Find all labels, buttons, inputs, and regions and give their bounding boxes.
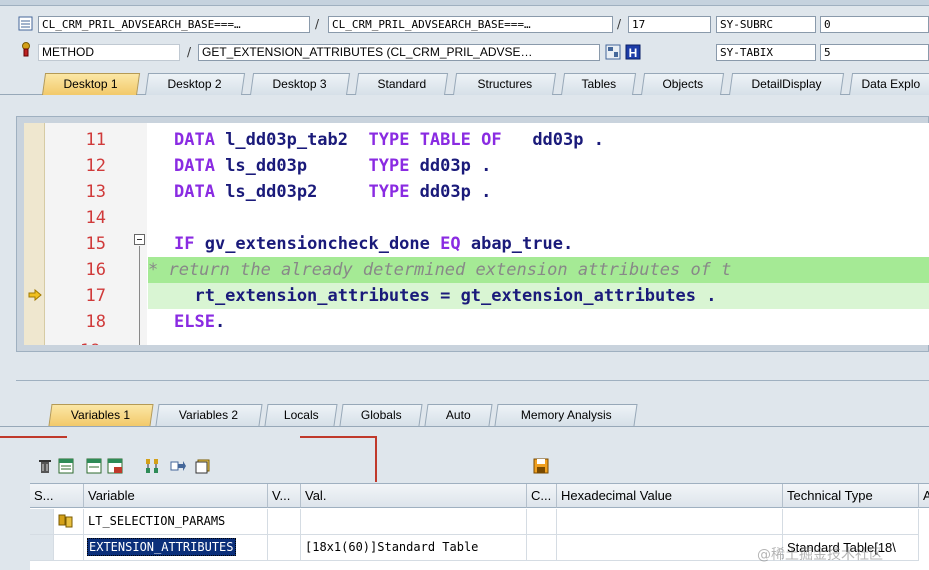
row-status [54, 509, 84, 535]
line-number: 14 [85, 208, 106, 228]
variables-tab-bar: Variables 1 Variables 2 Locals Globals A… [0, 404, 929, 426]
table-remove-icon[interactable] [107, 458, 123, 474]
variable-value[interactable]: [18x1(60)]Standard Table [301, 535, 527, 561]
cell [527, 509, 557, 535]
line-number: 16 [85, 260, 106, 280]
line-number: 12 [85, 156, 106, 176]
sysvar-label-tabix[interactable]: SY-TABIX [716, 44, 816, 61]
delete-icon[interactable] [37, 458, 53, 474]
sysvar-label-subrc[interactable]: SY-SUBRC [716, 16, 816, 33]
cell [268, 509, 301, 535]
code-line: IF gv_extensioncheck_done EQ abap_true. [174, 234, 574, 254]
current-code-line: rt_extension_attributes = gt_extension_a… [174, 286, 717, 306]
hex-value [557, 509, 783, 535]
column-header-status[interactable]: S... [30, 484, 84, 508]
technical-type [783, 509, 919, 535]
code-line: DATA ls_dd03p TYPE dd03p . [174, 156, 492, 176]
column-header-value[interactable]: Val. [301, 484, 527, 508]
code-line: ELSE. [174, 312, 226, 332]
method-icon [18, 41, 34, 57]
separator: / [315, 17, 320, 31]
event-type-field: METHOD [38, 44, 180, 61]
code-line: DATA ls_dd03p2 TYPE dd03p . [174, 182, 492, 202]
row-selector[interactable] [30, 509, 54, 535]
row-status [54, 535, 84, 561]
watermark: @稀土掘金技术社区 [757, 547, 883, 563]
source-icon[interactable] [605, 44, 621, 60]
tab-tables[interactable]: Tables [561, 73, 637, 95]
line-number: 11 [85, 130, 106, 150]
tab-data-explorer[interactable]: Data Explo [849, 73, 929, 95]
event-field[interactable]: GET_EXTENSION_ATTRIBUTES (CL_CRM_PRIL_AD… [198, 44, 600, 61]
tab-variables-1[interactable]: Variables 1 [48, 404, 154, 426]
table-view-icon[interactable] [58, 458, 74, 474]
separator: / [617, 17, 622, 31]
svg-text:H: H [629, 46, 638, 60]
tab-desktop-3[interactable]: Desktop 3 [250, 73, 351, 95]
tab-memory-analysis[interactable]: Memory Analysis [494, 404, 638, 426]
column-header-a[interactable]: A [919, 484, 929, 508]
code-line: DATA l_dd03p_tab2 TYPE TABLE OF dd03p . [174, 130, 604, 150]
tab-structures[interactable]: Structures [453, 73, 557, 95]
cell [527, 535, 557, 561]
execution-arrow-icon [28, 288, 42, 302]
hierarchy-icon[interactable] [144, 458, 160, 474]
sysvar-value-subrc[interactable]: 0 [820, 16, 929, 33]
variable-name[interactable]: LT_SELECTION_PARAMS [84, 509, 268, 535]
tab-desktop-1[interactable]: Desktop 1 [42, 73, 141, 95]
tab-globals[interactable]: Globals [339, 404, 423, 426]
column-header-v[interactable]: V... [268, 484, 301, 508]
variable-value[interactable] [301, 509, 527, 535]
cell [268, 535, 301, 561]
line-number-partial: 19 [80, 338, 106, 345]
column-header-hex[interactable]: Hexadecimal Value [557, 484, 783, 508]
tab-standard[interactable]: Standard [355, 73, 449, 95]
tab-locals[interactable]: Locals [264, 404, 338, 426]
hex-value [557, 535, 783, 561]
transfer-icon[interactable] [170, 458, 186, 474]
row-selector[interactable] [30, 535, 54, 561]
tab-desktop-2[interactable]: Desktop 2 [145, 73, 246, 95]
program-icon [18, 16, 34, 32]
tab-detaildisplay[interactable]: DetailDisplay [729, 73, 845, 95]
annotation-line [0, 436, 67, 438]
line-number: 13 [85, 182, 106, 202]
comment-line: * return the already determined extensio… [148, 260, 732, 280]
breakpoint-margin[interactable] [24, 123, 45, 345]
top-strip [0, 0, 929, 6]
line-number-field[interactable]: 17 [628, 16, 711, 33]
include-field[interactable]: CL_CRM_PRIL_ADVSEARCH_BASE===… [328, 16, 613, 33]
tab-auto[interactable]: Auto [424, 404, 493, 426]
table-add-icon[interactable] [86, 458, 102, 474]
info-icon[interactable]: H [625, 44, 641, 60]
variable-name-input[interactable]: EXTENSION_ATTRIBUTES [84, 535, 268, 561]
collapse-toggle-icon[interactable] [134, 234, 145, 245]
save-icon[interactable] [533, 458, 549, 474]
tab-variables-2[interactable]: Variables 2 [155, 404, 263, 426]
column-header-c[interactable]: C... [527, 484, 557, 508]
column-header-variable[interactable]: Variable [84, 484, 268, 508]
line-number: 18 [85, 312, 106, 332]
line-number: 17 [85, 286, 106, 306]
line-number: 15 [85, 234, 106, 254]
desktop-tab-bar: Desktop 1 Desktop 2 Desktop 3 Standard S… [0, 73, 929, 95]
structure-icon [58, 514, 73, 528]
settings-icon[interactable] [195, 458, 211, 474]
annotation-line [375, 436, 377, 482]
program-field[interactable]: CL_CRM_PRIL_ADVSEARCH_BASE===… [38, 16, 310, 33]
sysvar-value-tabix[interactable]: 5 [820, 44, 929, 61]
annotation-line [300, 436, 376, 438]
column-header-technical-type[interactable]: Technical Type [783, 484, 919, 508]
tab-objects[interactable]: Objects [641, 73, 725, 95]
separator: / [187, 45, 192, 59]
